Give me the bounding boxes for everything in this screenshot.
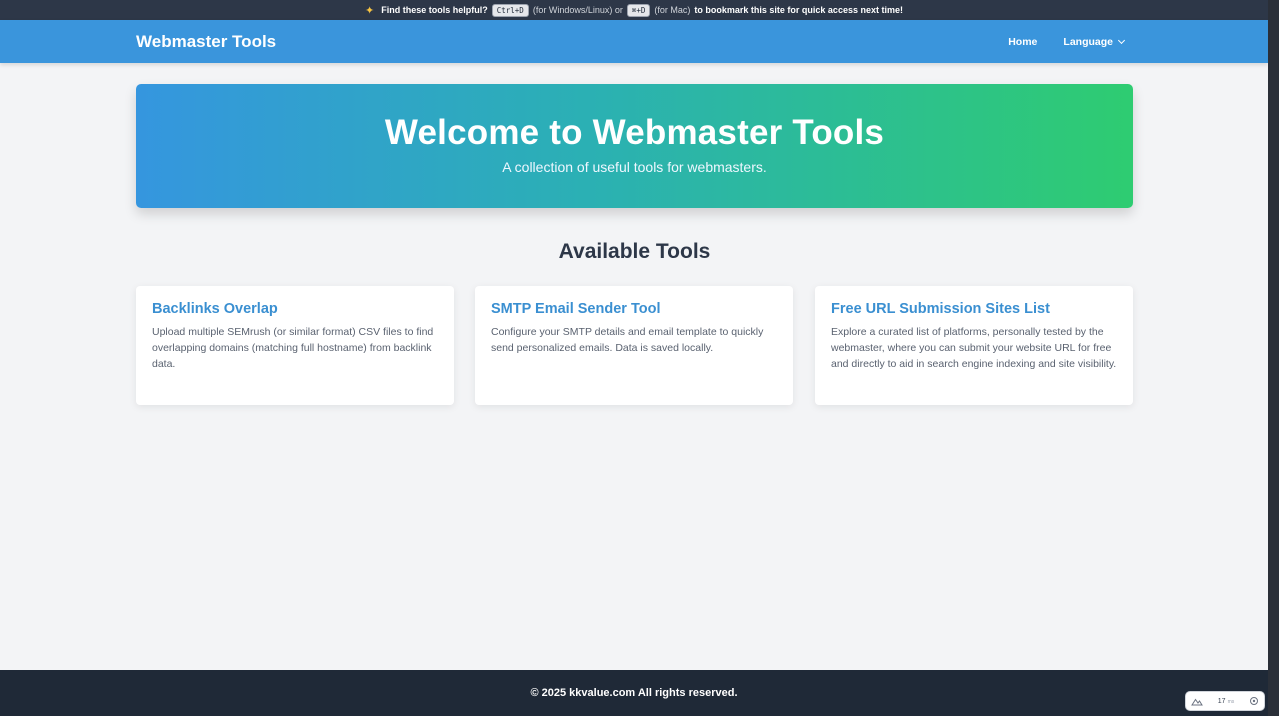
tool-card-title[interactable]: Backlinks Overlap (152, 301, 438, 317)
hero-title: Welcome to Webmaster Tools (384, 113, 885, 152)
bookmark-notice-bar: ✦ Find these tools helpful? Ctrl+D (for … (0, 0, 1268, 20)
hero-subtitle: A collection of useful tools for webmast… (502, 159, 767, 175)
nav-language-label: Language (1063, 35, 1113, 48)
notice-prefix: Find these tools helpful? (381, 5, 488, 15)
tool-cards: Backlinks Overlap Upload multiple SEMrus… (136, 286, 1133, 405)
widget-timing-unit: ms (1227, 698, 1235, 705)
performance-widget[interactable]: 17 ms (1185, 691, 1265, 711)
shortcut-key-windows: Ctrl+D (491, 3, 529, 17)
nav-language-dropdown[interactable]: Language (1063, 35, 1126, 48)
tool-card-description: Explore a curated list of platforms, per… (831, 326, 1117, 370)
scrollbar[interactable] (1268, 0, 1279, 716)
tool-card-backlinks-overlap[interactable]: Backlinks Overlap Upload multiple SEMrus… (136, 286, 454, 405)
brand-logo-link[interactable]: Webmaster Tools (136, 20, 276, 63)
tool-card-url-submission-sites[interactable]: Free URL Submission Sites List Explore a… (815, 286, 1133, 405)
widget-timing: 17 ms (1218, 698, 1234, 705)
tool-card-title[interactable]: Free URL Submission Sites List (831, 301, 1117, 317)
nav-home-link[interactable]: Home (1008, 36, 1037, 48)
mountain-icon (1191, 698, 1203, 705)
footer: © 2025 kkvalue.com All rights reserved. (0, 670, 1268, 716)
nav-home-label: Home (1008, 35, 1038, 48)
tool-card-title[interactable]: SMTP Email Sender Tool (491, 301, 777, 317)
notice-mac-note: (for Mac) (654, 5, 691, 15)
widget-timing-value: 17 (1217, 697, 1226, 705)
sparkle-icon: ✦ (365, 4, 375, 17)
page: ✦ Find these tools helpful? Ctrl+D (for … (0, 0, 1268, 716)
settings-icon[interactable] (1249, 696, 1259, 706)
available-tools-heading: Available Tools (558, 240, 711, 263)
chevron-down-icon (1117, 36, 1126, 44)
navbar: Webmaster Tools Home Language (0, 20, 1268, 63)
tool-card-smtp-email-sender[interactable]: SMTP Email Sender Tool Configure your SM… (475, 286, 793, 405)
nav-links: Home Language (1008, 20, 1126, 63)
notice-suffix: to bookmark this site for quick access n… (694, 5, 903, 15)
notice-windows-note: (for Windows/Linux) or (532, 5, 623, 15)
tool-card-description: Configure your SMTP details and email te… (491, 326, 764, 354)
shortcut-key-mac: ⌘+D (626, 3, 651, 17)
tool-card-description: Upload multiple SEMrush (or similar form… (152, 326, 434, 370)
footer-copyright: © 2025 kkvalue.com All rights reserved. (530, 687, 738, 699)
hero-banner: Welcome to Webmaster Tools A collection … (136, 84, 1133, 208)
